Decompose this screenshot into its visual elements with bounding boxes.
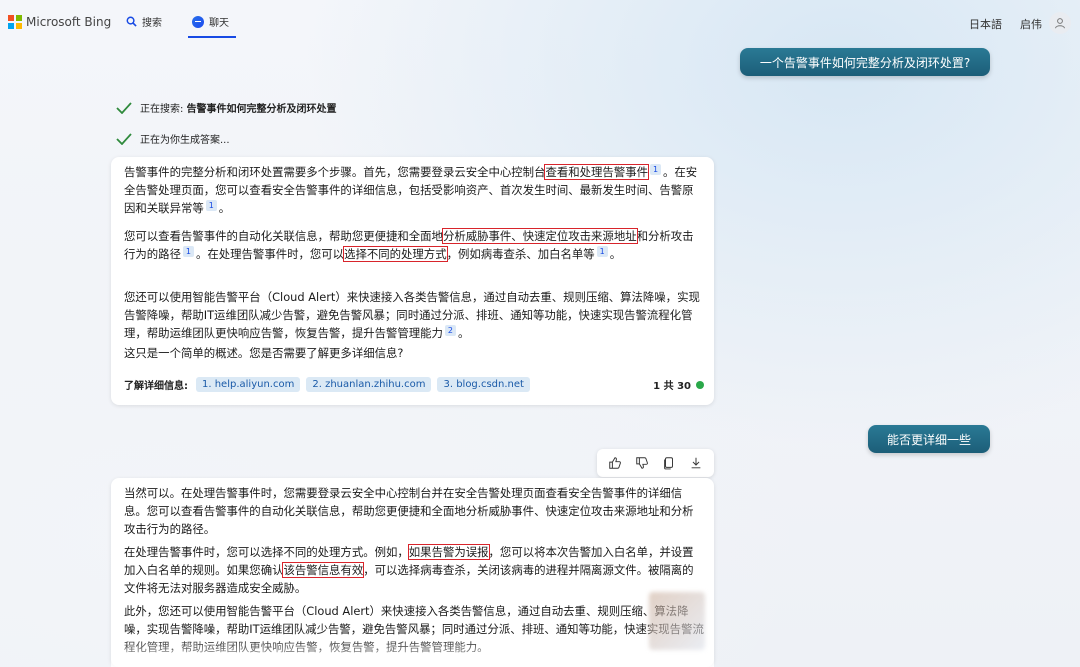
answer-text: 在处理告警事件时，您可以选择不同的处理方式。例如， [124, 545, 409, 559]
search-status: 正在搜索: 告警事件如何完整分析及闭环处置 [116, 100, 337, 115]
answer-text: 。 [218, 201, 231, 215]
answer-text: 。 [609, 247, 622, 261]
citation-badge[interactable]: 2 [444, 325, 456, 336]
user-icon [1055, 18, 1065, 29]
tab-search-label: 搜索 [142, 18, 162, 29]
source-link[interactable]: 1. help.aliyun.com [196, 377, 301, 392]
answer-paragraph: 您还可以使用智能告警平台（Cloud Alert）来快速接入各类告警信息，通过自… [124, 288, 704, 342]
source-link[interactable]: 2. zhuanlan.zhihu.com [306, 377, 432, 392]
answer-action-toolbar [597, 449, 714, 477]
user-message-bubble: 一个告警事件如何完整分析及闭环处置? [740, 48, 990, 76]
language-switch[interactable]: 日本語 [969, 16, 1002, 32]
microsoft-logo-icon [8, 15, 22, 29]
export-button[interactable] [685, 452, 707, 474]
generate-status: 正在为你生成答案... [116, 131, 230, 146]
citation-badge[interactable]: 1 [596, 246, 608, 257]
citation-badge[interactable]: 1 [205, 200, 217, 211]
copy-button[interactable] [658, 452, 680, 474]
answer-paragraph: 当然可以。在处理告警事件时，您需要登录云安全中心控制台并在安全告警处理页面查看安… [124, 486, 694, 536]
search-status-prefix: 正在搜索: [140, 104, 187, 115]
tab-chat[interactable]: 聊天 [192, 14, 229, 29]
source-link[interactable]: 3. blog.csdn.net [437, 377, 530, 392]
answer-paragraph: 告警事件的完整分析和闭环处置需要多个步骤。首先，您需要登录云安全中心控制台查看和… [124, 163, 704, 217]
learn-more-bar: 了解详细信息: 1. help.aliyun.com 2. zhuanlan.z… [124, 377, 704, 392]
user-name[interactable]: 启伟 [1020, 16, 1042, 32]
highlighted-text: 选择不同的处理方式 [343, 246, 448, 262]
answer-paragraph: 这只是一个简单的概述。您是否需要了解更多详细信息? [124, 346, 404, 360]
turn-counter-text: 1 共 30 [653, 381, 691, 392]
highlighted-text: 分析威胁事件、快速定位攻击来源地址 [441, 228, 638, 244]
search-status-query: 告警事件如何完整分析及闭环处置 [186, 104, 337, 115]
avatar[interactable] [1049, 12, 1071, 34]
blurred-overlay [649, 592, 705, 650]
search-icon [126, 16, 137, 27]
thumbs-down-icon [636, 457, 648, 469]
copy-icon [664, 457, 674, 470]
answer-paragraph: 您可以查看告警事件的自动化关联信息，帮助您更便捷和全面地分析威胁事件、快速定位攻… [124, 227, 704, 263]
like-button[interactable] [604, 452, 626, 474]
turn-counter: 1 共 30 [653, 377, 704, 392]
answer-text: 您可以查看告警事件的自动化关联信息，帮助您更便捷和全面地 [124, 229, 443, 243]
tab-search[interactable]: 搜索 [126, 14, 162, 29]
highlighted-text: 查看和处理告警事件 [544, 164, 649, 180]
highlighted-text: 该告警信息有效 [282, 562, 365, 578]
thumbs-up-icon [608, 457, 621, 469]
download-icon [692, 457, 701, 469]
answer-text: ，例如病毒查杀、加白名单等 [446, 247, 595, 261]
answer-text: 您还可以使用智能告警平台（Cloud Alert）来快速接入各类告警信息，通过自… [124, 290, 700, 340]
citation-badge[interactable]: 1 [650, 164, 661, 175]
tab-chat-label: 聊天 [209, 18, 229, 29]
status-dot-icon [696, 380, 704, 389]
checkmark-icon [116, 132, 132, 145]
highlighted-text: 如果告警为误报 [407, 544, 490, 560]
bot-answer-card: 当然可以。在处理告警事件时，您需要登录云安全中心控制台并在安全告警处理页面查看安… [111, 478, 714, 667]
answer-text: 告警事件的完整分析和闭环处置需要多个步骤。首先，您需要登录云安全中心控制台 [124, 165, 546, 179]
generate-status-text: 正在为你生成答案... [140, 135, 230, 146]
bing-brand[interactable]: Microsoft Bing [8, 15, 111, 29]
learn-more-label: 了解详细信息: [124, 381, 188, 392]
answer-text: 。 [457, 326, 470, 340]
answer-paragraph: 在处理告警事件时，您可以选择不同的处理方式。例如，如果告警为误报，您可以将本次告… [124, 543, 704, 597]
brand-name: Microsoft Bing [26, 15, 112, 29]
bottom-fade [111, 637, 714, 667]
bot-answer-card: 告警事件的完整分析和闭环处置需要多个步骤。首先，您需要登录云安全中心控制台查看和… [111, 157, 714, 405]
citation-badge[interactable]: 1 [182, 246, 194, 257]
user-message-bubble: 能否更详细一些 [868, 425, 990, 453]
dislike-button[interactable] [631, 452, 653, 474]
chat-icon [192, 15, 204, 28]
answer-text: 。在处理告警事件时，您可以 [195, 247, 345, 261]
active-tab-indicator [188, 36, 236, 38]
checkmark-icon [116, 101, 132, 114]
top-header: Microsoft Bing 搜索 聊天 日本語 启伟 [0, 0, 1080, 46]
